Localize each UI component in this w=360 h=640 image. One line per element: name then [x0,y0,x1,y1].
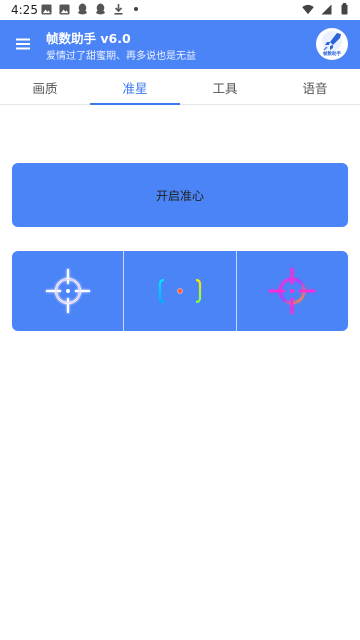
reticle-selector [12,251,348,331]
dot-icon [130,3,142,15]
reticle-option-gradient[interactable] [235,251,348,331]
white-crosshair-icon [45,269,90,313]
image-icon [58,3,70,15]
qq-icon [94,3,106,15]
app-logo[interactable]: 帧数助手 [316,28,348,60]
bracket-reticle-icon [158,278,202,304]
app-bar: 帧数助手 v6.0 爱情过了甜蜜期、再多说也是无益 帧数助手 [0,20,360,69]
app-subtitle: 爱情过了甜蜜期、再多说也是无益 [46,51,196,62]
logo-text: 帧数助手 [323,52,341,57]
battery-icon [338,3,350,15]
notification-icons [40,3,142,15]
gradient-crosshair-icon [269,268,316,314]
status-time: 4:25 [11,3,38,17]
download-icon [112,3,124,15]
enable-crosshair-button[interactable]: 开启准心 [12,163,348,227]
tab-crosshair[interactable]: 准星 [90,69,180,105]
app-title: 帧数助手 v6.0 [46,31,131,46]
image-icon [40,3,52,15]
reticle-option-bracket[interactable] [123,251,235,331]
tab-quality[interactable]: 画质 [0,69,90,105]
wifi-icon [302,3,314,15]
reticle-option-white[interactable] [12,251,123,331]
tab-bar: 画质 准星 工具 语音 [0,69,360,105]
status-bar: 4:25 [0,0,360,20]
signal-icon [320,3,332,15]
tab-tools[interactable]: 工具 [180,69,270,105]
menu-button[interactable] [12,33,34,55]
tab-voice[interactable]: 语音 [270,69,360,105]
qq-icon [76,3,88,15]
system-icons [302,3,350,15]
hamburger-icon [16,38,30,50]
